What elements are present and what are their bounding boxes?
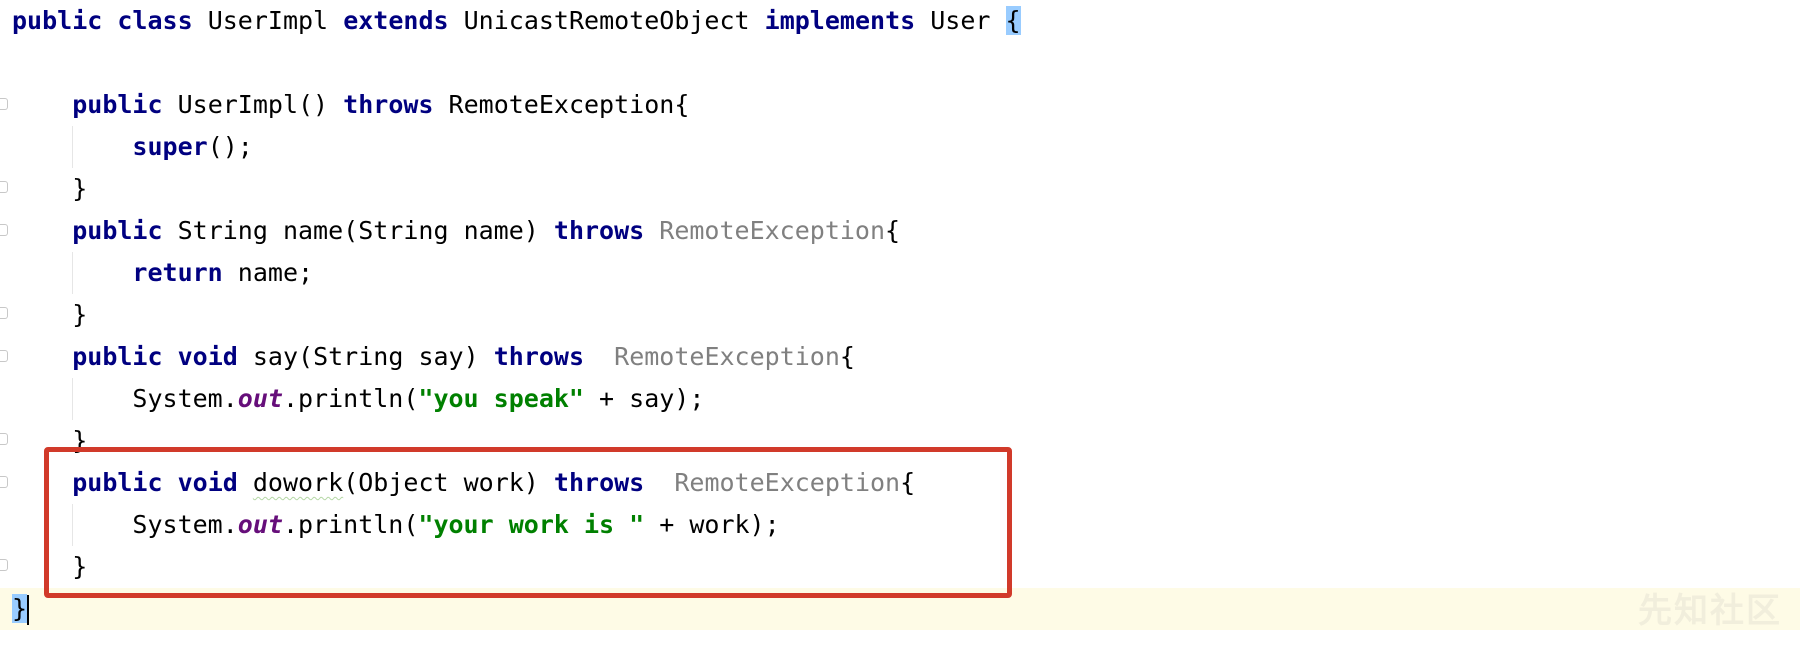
editor-gutter (0, 0, 12, 650)
keyword: extends (343, 6, 449, 35)
code-text: .println( (282, 384, 419, 413)
keyword: return (132, 258, 223, 287)
keyword: public (72, 342, 163, 371)
code-editor[interactable]: public class UserImpl extends UnicastRem… (0, 0, 1800, 650)
code-line-super-call[interactable]: super(); (12, 126, 253, 168)
code-line-close-brace[interactable]: } (12, 168, 87, 210)
matched-brace: } (12, 594, 28, 623)
keyword: throws (553, 216, 645, 245)
fold-open-icon[interactable] (0, 350, 8, 362)
code-text: (); (207, 132, 253, 161)
interface-name: User (930, 6, 991, 35)
code-line-say-method[interactable]: public void say(String say) throws Remot… (12, 336, 855, 378)
matched-brace: { (1005, 6, 1021, 35)
code-line-println-say[interactable]: System.out.println("you speak" + say); (12, 378, 704, 420)
keyword: public (72, 216, 163, 245)
code-line-constructor[interactable]: public UserImpl() throws RemoteException… (12, 84, 689, 126)
code-text: name; (237, 258, 314, 287)
code-text: + say); (583, 384, 705, 413)
keyword: throws (343, 90, 434, 119)
text-caret (27, 595, 30, 625)
code-text: } (72, 300, 88, 329)
keyword: throws (493, 342, 585, 371)
keyword: implements (764, 6, 916, 35)
code-text: } (72, 174, 88, 203)
exception-type: RemoteException{ (448, 90, 690, 119)
fold-open-icon[interactable] (0, 476, 8, 488)
keyword: public (12, 6, 103, 35)
code-line-class-close[interactable]: } (12, 588, 30, 630)
method-signature: say(String say) (252, 342, 479, 371)
method-signature: String name(String name) (177, 216, 539, 245)
watermark: 先知社区 (1638, 591, 1782, 631)
keyword: public (72, 90, 163, 119)
class-name: UserImpl (207, 6, 329, 35)
fold-open-icon[interactable] (0, 98, 8, 110)
keyword: class (117, 6, 193, 35)
code-text: { (839, 342, 855, 371)
code-text: { (885, 216, 901, 245)
code-text: System. (132, 384, 238, 413)
fold-close-icon[interactable] (0, 307, 8, 319)
keyword: super (132, 132, 208, 161)
static-field: out (237, 384, 283, 413)
constructor-signature: UserImpl() (177, 90, 329, 119)
fold-close-icon[interactable] (0, 559, 8, 571)
code-line-close-brace[interactable]: } (12, 294, 87, 336)
parent-class: UnicastRemoteObject (463, 6, 750, 35)
code-line-class-declaration[interactable]: public class UserImpl extends UnicastRem… (12, 0, 1021, 42)
code-line-return[interactable]: return name; (12, 252, 313, 294)
unused-exception-type: RemoteException (614, 342, 840, 371)
annotation-highlight-box (44, 447, 1012, 598)
fold-close-icon[interactable] (0, 181, 8, 193)
keyword: void (177, 342, 238, 371)
string-literal: "you speak" (418, 384, 584, 413)
fold-close-icon[interactable] (0, 433, 8, 445)
unused-exception-type: RemoteException (659, 216, 886, 245)
fold-open-icon[interactable] (0, 224, 8, 236)
code-line-name-method[interactable]: public String name(String name) throws R… (12, 210, 900, 252)
